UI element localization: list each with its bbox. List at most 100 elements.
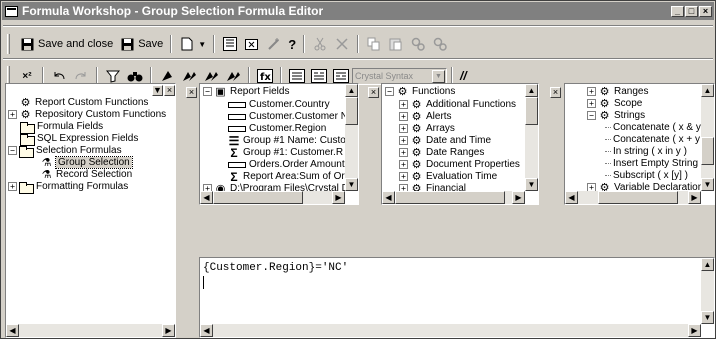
save-and-close-button[interactable]: Save and close (16, 34, 116, 54)
operators-pane-close-button[interactable]: × (550, 87, 561, 98)
scroll-left-arrow-icon[interactable]: ◀ (200, 191, 213, 204)
tree-item-label: Formatting Formulas (36, 181, 129, 192)
scroll-right-arrow-icon[interactable]: ▶ (162, 324, 175, 337)
scroll-track[interactable] (345, 125, 358, 178)
scroll-track[interactable] (678, 191, 688, 204)
tree-expander-icon[interactable]: + (587, 99, 596, 108)
scroll-right-arrow-icon[interactable]: ▶ (512, 191, 525, 204)
fields-vscrollbar[interactable]: ▲ ▼ (345, 84, 358, 191)
scroll-right-arrow-icon[interactable]: ▶ (688, 324, 701, 337)
tree-expander-icon[interactable]: + (8, 110, 17, 119)
scroll-left-arrow-icon[interactable]: ◀ (200, 324, 213, 337)
delete-button[interactable] (331, 34, 353, 54)
tree-expander-icon[interactable]: + (399, 100, 408, 109)
functions-pane-close-button[interactable]: × (368, 87, 379, 98)
scroll-right-arrow-icon[interactable]: ▶ (332, 191, 345, 204)
scroll-right-arrow-icon[interactable]: ▶ (688, 191, 701, 204)
tree-expander-icon[interactable]: + (399, 124, 408, 133)
scroll-track[interactable] (505, 191, 512, 204)
scroll-down-arrow-icon[interactable]: ▼ (701, 178, 714, 191)
check-button[interactable] (429, 34, 451, 54)
tree-item[interactable]: + Formatting Formulas (8, 180, 129, 194)
scroll-track[interactable] (19, 324, 162, 337)
editor-vscrollbar[interactable]: ▲ ▼ (701, 258, 714, 324)
operator-category-icon: ⚙ (599, 97, 610, 110)
scroll-track[interactable] (303, 191, 332, 204)
scroll-up-arrow-icon[interactable]: ▲ (701, 84, 714, 97)
scroll-thumb[interactable] (598, 191, 678, 204)
operator-item-label: Strings (614, 110, 646, 121)
scroll-up-arrow-icon[interactable]: ▲ (345, 84, 358, 97)
operators-vscrollbar[interactable]: ▲ ▼ (701, 84, 714, 191)
scroll-down-arrow-icon[interactable]: ▼ (345, 178, 358, 191)
scroll-track[interactable] (578, 191, 598, 204)
left-hscrollbar[interactable]: ◀ ▶ (6, 324, 175, 337)
tree-expander-icon[interactable]: + (399, 172, 408, 181)
scroll-track[interactable] (701, 271, 714, 311)
functions-hscrollbar[interactable]: ◀ ▶ (382, 191, 525, 204)
scroll-up-arrow-icon[interactable]: ▲ (701, 258, 714, 271)
copy-icon (366, 37, 382, 51)
pane-close-button[interactable]: × (164, 85, 175, 96)
paste-button[interactable] (385, 34, 407, 54)
dropdown-arrow-icon[interactable]: ▼ (198, 40, 206, 49)
operator-tree-icon (333, 69, 349, 83)
tree-expander-icon[interactable]: + (8, 182, 17, 191)
minimize-button[interactable]: _ (671, 5, 684, 17)
toolbar-grip[interactable] (7, 34, 10, 54)
help-button[interactable]: ? (285, 34, 299, 54)
tree-expander-icon[interactable]: + (399, 136, 408, 145)
scroll-up-arrow-icon[interactable]: ▲ (525, 84, 538, 97)
scroll-track[interactable] (213, 324, 688, 337)
syntax-value: Crystal Syntax (355, 71, 414, 81)
new-button[interactable]: ▼ (176, 34, 209, 54)
scroll-left-arrow-icon[interactable]: ◀ (6, 324, 19, 337)
function-category-label: Document Properties (426, 159, 520, 170)
tree-expander-icon[interactable]: + (399, 160, 408, 169)
functions-root[interactable]: − ⚙ Functions (385, 85, 455, 98)
scroll-thumb[interactable] (525, 97, 538, 125)
pane-restore-button[interactable]: ▼ (152, 85, 163, 96)
tree-expander-icon[interactable]: − (385, 87, 394, 96)
expert-button[interactable] (263, 34, 285, 54)
scroll-track[interactable] (701, 165, 714, 178)
fields-root[interactable]: − ▣ Report Fields (203, 85, 289, 98)
tree-item-label: Group Selection (55, 156, 133, 169)
fields-hscrollbar[interactable]: ◀ ▶ (200, 191, 345, 204)
scroll-down-arrow-icon[interactable]: ▼ (525, 178, 538, 191)
scroll-track[interactable] (701, 97, 714, 137)
save-button[interactable]: Save (116, 34, 166, 54)
scroll-down-arrow-icon[interactable]: ▼ (701, 311, 714, 324)
toggle-tree-button[interactable] (219, 34, 241, 54)
syntax-select[interactable]: Crystal Syntax ▼ (352, 67, 447, 85)
scroll-thumb[interactable] (345, 97, 358, 125)
scroll-track[interactable] (525, 125, 538, 178)
browse-data-button[interactable] (407, 34, 429, 54)
editor-hscrollbar[interactable]: ◀ ▶ (200, 324, 701, 337)
formula-editor[interactable]: {Customer.Region}='NC' ▲ ▼ ◀ ▶ (199, 257, 715, 338)
functions-vscrollbar[interactable]: ▲ ▼ (525, 84, 538, 191)
formula-text[interactable]: {Customer.Region}='NC' (203, 262, 348, 274)
scroll-left-arrow-icon[interactable]: ◀ (382, 191, 395, 204)
copy-button[interactable] (363, 34, 385, 54)
toggle-properties-button[interactable] (241, 34, 263, 54)
scroll-left-arrow-icon[interactable]: ◀ (565, 191, 578, 204)
maximize-button[interactable]: □ (685, 5, 698, 17)
cut-button[interactable] (309, 34, 331, 54)
tree-expander-icon[interactable]: + (399, 112, 408, 121)
operators-hscrollbar[interactable]: ◀ ▶ (565, 191, 701, 204)
tree-expander-icon[interactable]: − (203, 87, 212, 96)
vertical-splitter[interactable] (178, 83, 196, 338)
chevron-down-icon[interactable]: ▼ (432, 69, 445, 83)
close-button[interactable]: × (699, 5, 712, 17)
tree-expander-icon[interactable]: − (8, 146, 17, 155)
tree-expander-icon[interactable]: + (587, 87, 596, 96)
fields-pane-close-button[interactable]: × (186, 87, 197, 98)
operator-item-label: Concatenate ( x & y ) (613, 122, 707, 133)
scroll-thumb[interactable] (395, 191, 505, 204)
tree-expander-icon[interactable]: − (587, 111, 596, 120)
scroll-thumb[interactable] (701, 137, 714, 165)
title-bar[interactable]: Formula Workshop - Group Selection Formu… (2, 2, 714, 20)
scroll-thumb[interactable] (213, 191, 303, 204)
tree-expander-icon[interactable]: + (399, 148, 408, 157)
